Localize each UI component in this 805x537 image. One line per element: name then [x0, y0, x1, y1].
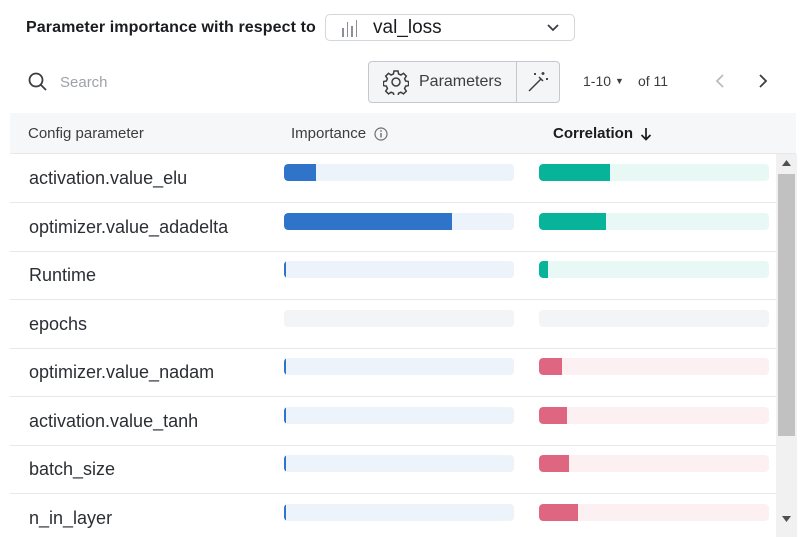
parameters-button[interactable]: Parameters	[369, 62, 517, 102]
correlation-bar	[539, 358, 769, 375]
previous-page-button[interactable]	[712, 72, 730, 90]
correlation-bar	[539, 406, 769, 424]
parameter-name: activation.value_tanh	[29, 410, 199, 431]
parameters-label: Parameters	[419, 73, 502, 90]
metric-select[interactable]: val_loss	[325, 14, 575, 41]
caret-down-icon: ▼	[615, 76, 624, 86]
correlation-bar-fill	[539, 455, 569, 472]
importance-bar	[284, 455, 514, 472]
correlation-bar	[539, 261, 769, 278]
parameter-name: Runtime	[29, 265, 97, 285]
arrow-down-icon	[640, 127, 652, 141]
pagination: 1-10 ▼ of 11	[583, 73, 668, 89]
vertical-scrollbar[interactable]	[776, 154, 797, 537]
importance-bar	[284, 261, 514, 278]
panel-title: Parameter importance with respect to	[26, 18, 316, 36]
correlation-bar	[539, 309, 769, 327]
parameter-name: batch_size	[29, 459, 116, 479]
info-icon[interactable]	[374, 126, 388, 141]
table-row[interactable]: optimizer.value_adadelta	[10, 203, 776, 252]
panel-header: Parameter importance with respect to	[26, 14, 316, 41]
importance-bar	[284, 358, 514, 375]
parameter-name: optimizer.value_nadam	[29, 362, 215, 382]
importance-bar	[284, 212, 514, 230]
correlation-bar	[539, 455, 769, 472]
auto-select-button[interactable]	[517, 62, 559, 102]
next-page-button[interactable]	[754, 72, 772, 90]
correlation-bar-fill	[539, 261, 548, 278]
importance-bar-fill	[284, 212, 452, 230]
magic-wand-icon	[528, 72, 548, 92]
correlation-bar-fill	[539, 503, 578, 521]
table-row[interactable]: n_in_layer	[10, 494, 776, 537]
table-row[interactable]: activation.value_tanh	[10, 397, 776, 446]
table-row[interactable]: batch_size	[10, 445, 776, 494]
parameter-name: epochs	[29, 313, 88, 334]
page-range-select[interactable]: 1-10	[583, 73, 611, 89]
table-body: activation.value_elu optimizer.value_adad…	[10, 154, 776, 537]
importance-bar-fill	[284, 406, 286, 424]
column-header-importance[interactable]: Importance	[291, 125, 388, 142]
importance-bar	[284, 164, 514, 181]
importance-bar	[284, 309, 514, 327]
search-input[interactable]	[52, 68, 292, 96]
table-row[interactable]: Runtime	[10, 251, 776, 300]
correlation-bar-fill	[539, 358, 562, 375]
chevron-down-icon	[547, 24, 559, 32]
parameter-name: optimizer.value_adadelta	[29, 216, 229, 237]
gear-icon	[383, 70, 409, 95]
table-row[interactable]: epochs	[10, 300, 776, 349]
column-header-parameter: Config parameter	[28, 125, 144, 142]
parameters-button-group: Parameters	[368, 61, 560, 103]
table-row[interactable]: optimizer.value_nadam	[10, 348, 776, 397]
parameter-name: n_in_layer	[29, 507, 113, 528]
metric-select-value: val_loss	[373, 16, 442, 38]
bar-chart-icon	[342, 19, 362, 37]
scroll-up-arrow-icon[interactable]	[782, 160, 791, 166]
importance-bar	[284, 503, 514, 521]
parameter-name: activation.value_elu	[29, 168, 188, 188]
importance-bar-fill	[284, 358, 286, 375]
scroll-down-arrow-icon[interactable]	[782, 516, 791, 522]
correlation-bar	[539, 164, 769, 181]
importance-bar-fill	[284, 503, 286, 521]
correlation-bar-fill	[539, 406, 567, 424]
importance-bar-fill	[284, 164, 316, 181]
importance-bar-fill	[284, 261, 286, 278]
importance-bar-fill	[284, 455, 286, 472]
search-icon	[28, 72, 47, 91]
correlation-bar-fill	[539, 212, 606, 230]
importance-bar	[284, 406, 514, 424]
table-header: Config parameter Importance Correlation	[10, 113, 796, 154]
correlation-bar	[539, 212, 769, 230]
scrollbar-thumb[interactable]	[778, 174, 795, 436]
table-row[interactable]: activation.value_elu	[10, 154, 776, 203]
column-header-correlation[interactable]: Correlation	[553, 125, 652, 142]
page-total: of 11	[637, 73, 669, 89]
correlation-bar-fill	[539, 164, 610, 181]
correlation-bar	[539, 503, 769, 521]
